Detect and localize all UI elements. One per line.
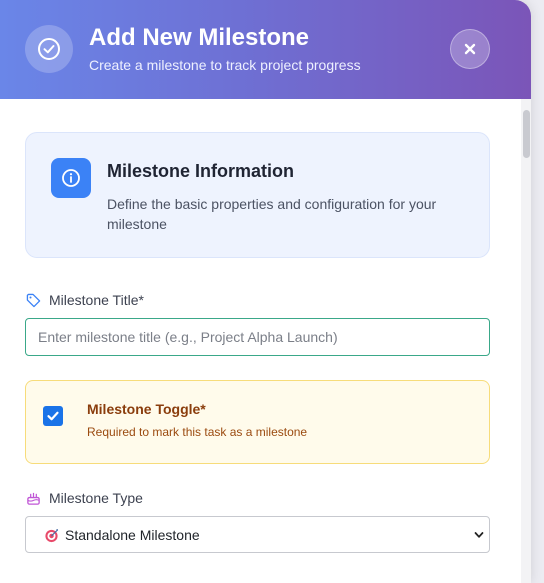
milestone-info-card: Milestone Information Define the basic p… (25, 132, 490, 258)
scrollbar-track[interactable] (521, 99, 531, 583)
milestone-type-select[interactable]: Standalone Milestone (25, 516, 490, 553)
add-milestone-modal: Add New Milestone Create a milestone to … (0, 0, 531, 583)
milestone-type-label: Milestone Type (25, 490, 143, 506)
chevron-down-icon (474, 532, 484, 538)
tag-icon (25, 292, 41, 308)
milestone-type-label-text: Milestone Type (49, 490, 143, 506)
modal-subtitle: Create a milestone to track project prog… (89, 57, 361, 73)
checkmark-icon (47, 411, 59, 421)
info-card-description: Define the basic properties and configur… (107, 196, 437, 232)
milestone-type-selected: Standalone Milestone (65, 527, 200, 543)
milestone-title-input[interactable] (25, 318, 490, 356)
modal-header: Add New Milestone Create a milestone to … (0, 0, 531, 99)
close-button[interactable] (450, 29, 490, 69)
info-card-title: Milestone Information (107, 161, 295, 181)
target-icon (45, 528, 59, 543)
milestone-title-label-text: Milestone Title* (49, 292, 144, 308)
milestone-toggle-card[interactable]: Milestone Toggle* Required to mark this … (25, 380, 490, 464)
close-icon (464, 43, 476, 55)
cake-icon (25, 490, 41, 506)
milestone-toggle-description: Required to mark this task as a mileston… (87, 425, 308, 439)
info-icon (51, 158, 91, 198)
check-circle-icon (25, 25, 73, 73)
milestone-toggle-checkbox[interactable] (43, 406, 63, 426)
modal-title: Add New Milestone (89, 24, 310, 51)
milestone-title-label: Milestone Title* (25, 292, 144, 308)
scrollbar-thumb[interactable] (523, 110, 530, 158)
milestone-toggle-label: Milestone Toggle* (87, 401, 206, 417)
